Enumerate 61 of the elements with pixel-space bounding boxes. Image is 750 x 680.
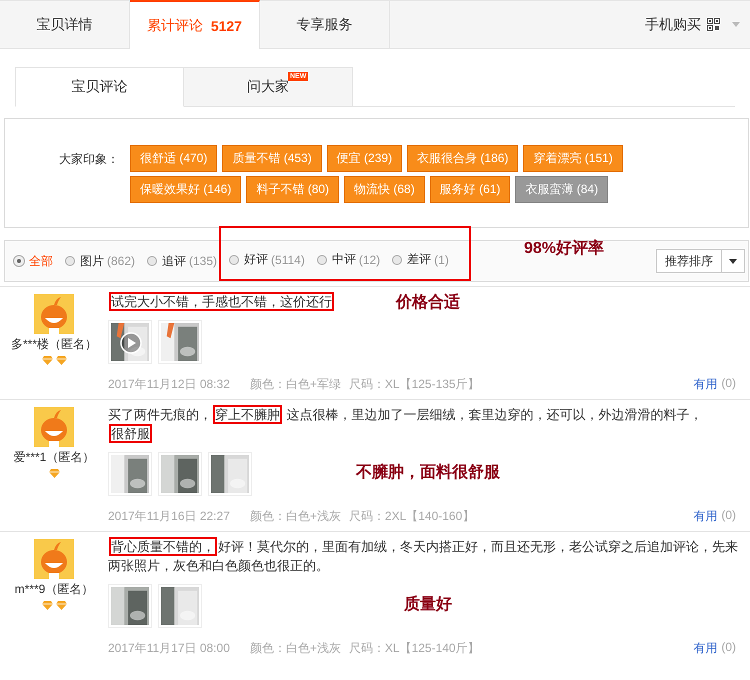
impressions-label: 大家印象： (59, 151, 120, 168)
review-date: 2017年11月16日 22:27 (108, 508, 230, 525)
filter-option[interactable]: 好评 (5114) (229, 251, 305, 268)
filter-count: (5114) (271, 252, 305, 266)
annotation-text: 98%好评率 (524, 238, 604, 259)
photo-thumbnail[interactable] (108, 584, 152, 628)
play-icon[interactable] (120, 332, 142, 354)
diamond-icon (56, 356, 66, 365)
photo-thumbnail[interactable] (158, 320, 202, 364)
user-name: m***9（匿名） (14, 581, 94, 598)
filter-label[interactable]: 差评 (407, 251, 432, 268)
color-info: 颜色：白色+浅灰 (250, 640, 341, 657)
helpful-link[interactable]: 有用 (693, 640, 718, 657)
size-info: 尺码：2XL【140-160】 (348, 508, 474, 525)
filter-option[interactable]: 中评 (12) (316, 251, 380, 268)
avatar-icon (34, 294, 74, 334)
photo-thumbnail[interactable] (108, 452, 152, 496)
review-text: 买了两件无痕的， 穿上不臃肿 这点很棒，里边加了一层细绒，套里边穿的，还可以，外边滑滑的料子， 很舒服 (108, 405, 704, 443)
annotation-text: 质量好 (404, 594, 452, 615)
filter-count: (135) (189, 254, 218, 268)
filter-count: (12) (358, 252, 380, 266)
main-tab[interactable]: 专享服务 (260, 1, 390, 48)
annotation-text: 价格合适 (396, 292, 460, 313)
review-date: 2017年11月12日 08:32 (108, 376, 230, 393)
color-info: 颜色：白色+浅灰 (250, 508, 341, 525)
filter-label[interactable]: 好评 (244, 251, 268, 268)
review-date: 2017年11月17日 08:00 (108, 640, 230, 657)
helpful-count: (0) (721, 376, 736, 392)
helpful-link[interactable]: 有用 (693, 376, 718, 393)
annotation-text: 不臃肿，面料很舒服 (356, 462, 500, 483)
user-name: 多***楼（匿名） (10, 336, 97, 353)
photo-thumbnail[interactable] (108, 320, 152, 364)
size-info: 尺码：XL【125-135斤】 (348, 376, 480, 393)
diamond-icon (48, 469, 60, 478)
avatar-icon (34, 539, 74, 579)
filter-option[interactable]: 差评 (1) (392, 251, 449, 268)
photo-thumbnail[interactable] (158, 452, 202, 496)
caret-icon (729, 258, 737, 264)
mobile-buy-link[interactable]: 手机购买 (645, 16, 701, 34)
size-info: 尺码：XL【125-140斤】 (348, 640, 480, 657)
filter-count: (862) (107, 254, 136, 268)
photo-thumbnail[interactable] (158, 584, 202, 628)
diamond-icon (56, 601, 66, 610)
helpful-link[interactable]: 有用 (693, 508, 718, 525)
avatar-icon (34, 407, 74, 447)
filter-option[interactable]: 图片 (862) (65, 252, 136, 270)
helpful-count: (0) (721, 640, 736, 656)
filter-label[interactable]: 图片 (80, 252, 104, 270)
diamond-icon (42, 601, 52, 610)
review-text: 背心质量不错的， 好评！莫代尔的，里面有加绒，冬天内搭正好，而且还无形，老公试穿之后追加评论，先来两张照片，灰色和白色颜色也很正的。 (108, 537, 738, 575)
color-info: 颜色：白色+军绿 (250, 376, 341, 393)
filter-label[interactable]: 中评 (332, 251, 356, 268)
filter-count: (1) (434, 252, 449, 266)
qr-code-icon[interactable] (707, 18, 720, 31)
diamond-icon (42, 356, 52, 365)
filter-label[interactable]: 追评 (162, 252, 186, 270)
photo-thumbnail[interactable] (208, 452, 252, 496)
filter-option[interactable]: 追评 (135) (147, 252, 218, 270)
sub-tab[interactable]: 宝贝评论 (15, 67, 184, 107)
user-name: 爱***1（匿名） (14, 449, 94, 466)
helpful-count: (0) (721, 508, 736, 524)
